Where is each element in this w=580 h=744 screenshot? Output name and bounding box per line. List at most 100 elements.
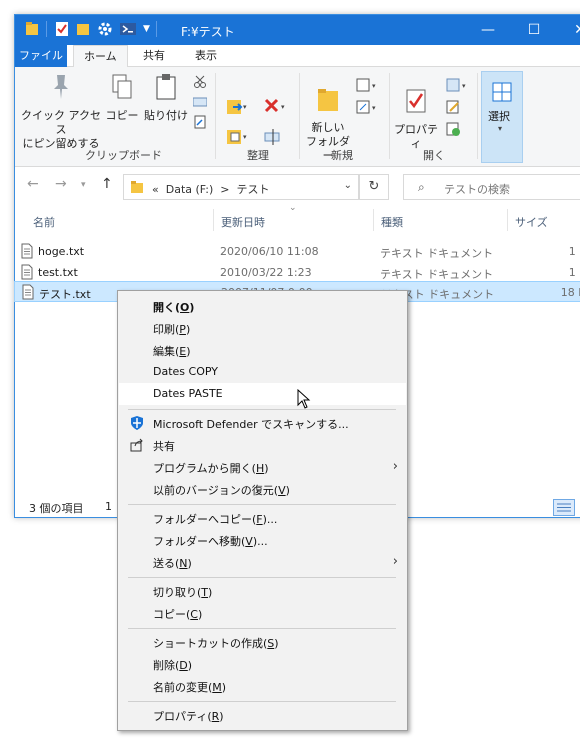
new-group-label: 新規 xyxy=(331,149,353,162)
close-button[interactable]: ✕ xyxy=(557,15,580,45)
paste-button[interactable]: 貼り付け xyxy=(143,73,189,123)
item-count: 3 個の項目 xyxy=(29,502,84,515)
menu-copy-to-folder[interactable]: フォルダーへコピー(F)... xyxy=(119,507,406,529)
new-folder-icon[interactable] xyxy=(76,21,90,37)
divider[interactable] xyxy=(373,209,374,231)
copy-to-icon[interactable]: ▾ xyxy=(225,127,249,147)
gear-icon[interactable] xyxy=(97,21,113,37)
menu-print[interactable]: 印刷(P) xyxy=(119,317,406,339)
breadcrumb-drive[interactable]: Data (F:) xyxy=(166,183,214,196)
properties-button[interactable]: プロパティ xyxy=(391,87,441,151)
open-icon[interactable]: ▾ xyxy=(445,77,471,93)
recent-locations-chevron-icon[interactable]: ▾ xyxy=(81,180,86,190)
tab-view[interactable]: 表示 xyxy=(185,45,227,67)
edit-icon[interactable] xyxy=(445,99,461,115)
up-button[interactable]: ↑ xyxy=(101,176,113,192)
folder-icon[interactable] xyxy=(25,21,39,37)
breadcrumb-overflow[interactable]: « xyxy=(152,183,159,196)
file-type: テキスト ドキュメント xyxy=(380,247,494,260)
svg-text:▾: ▾ xyxy=(372,82,376,90)
menu-open-with[interactable]: プログラムから開く(H) › xyxy=(119,456,406,478)
column-date[interactable]: 更新日時 xyxy=(221,214,265,230)
minimize-button[interactable]: — xyxy=(465,15,511,45)
details-view-button[interactable] xyxy=(553,499,575,516)
powershell-icon[interactable] xyxy=(120,21,136,37)
delete-icon[interactable]: ▾ xyxy=(263,97,287,117)
menu-open[interactable]: 開く(O) xyxy=(119,295,406,317)
select-button[interactable]: 選択 ▾ xyxy=(481,71,523,163)
window-title: F:¥テスト xyxy=(181,25,235,39)
menu-edit[interactable]: 編集(E) xyxy=(119,339,406,361)
search-input[interactable]: ⌕ テストの検索 xyxy=(403,174,580,200)
menu-properties[interactable]: プロパティ(R) xyxy=(119,704,406,726)
breadcrumb-folder[interactable]: テスト xyxy=(236,183,269,196)
paste-shortcut-icon[interactable] xyxy=(193,115,207,129)
menu-dates-copy[interactable]: Dates COPY xyxy=(119,361,406,383)
divider[interactable] xyxy=(507,209,508,231)
paste-label: 貼り付け xyxy=(144,109,188,122)
breadcrumb: « Data (F:) > テスト xyxy=(152,181,269,197)
sort-chevron-icon: ⌄ xyxy=(289,203,297,213)
menu-rename[interactable]: 名前の変更(M) xyxy=(119,675,406,697)
submenu-arrow-icon: › xyxy=(392,554,398,569)
tab-share[interactable]: 共有 xyxy=(133,45,175,67)
svg-text:▾: ▾ xyxy=(372,104,376,112)
properties-icon xyxy=(406,89,426,113)
column-type[interactable]: 種類 xyxy=(381,214,403,230)
menu-dates-paste[interactable]: Dates PASTE xyxy=(119,383,406,405)
address-history-chevron-icon[interactable]: ⌄ xyxy=(344,180,352,191)
tab-home[interactable]: ホーム xyxy=(73,45,128,68)
rename-icon[interactable] xyxy=(263,127,283,147)
cut-icon[interactable] xyxy=(193,75,207,89)
maximize-button[interactable]: ☐ xyxy=(511,15,557,45)
divider xyxy=(215,73,216,159)
text-file-icon xyxy=(22,284,34,300)
context-menu: 開く(O) 印刷(P) 編集(E) Dates COPY Dates PASTE… xyxy=(117,290,408,731)
menu-send-to[interactable]: 送る(N) › xyxy=(119,551,406,573)
ribbon-tabs: ファイル ホーム 共有 表示 xyxy=(15,45,580,68)
tab-file[interactable]: ファイル xyxy=(15,45,67,67)
select-label: 選択 xyxy=(488,110,510,123)
refresh-button[interactable]: ↻ xyxy=(359,174,389,200)
address-bar[interactable]: « Data (F:) > テスト ⌄ xyxy=(123,174,359,200)
copy-icon xyxy=(112,74,132,99)
folder-icon xyxy=(318,89,338,111)
easy-access-icon[interactable]: ▾ xyxy=(355,99,381,115)
copy-path-icon[interactable] xyxy=(193,97,207,107)
file-name: test.txt xyxy=(38,266,78,279)
menu-create-shortcut[interactable]: ショートカットの作成(S) xyxy=(119,631,406,653)
menu-share[interactable]: 共有 xyxy=(119,434,406,456)
pin-quick-access-button[interactable]: クイック アクセス にピン留めする xyxy=(21,73,101,151)
title-bar[interactable]: ▼ F:¥テスト — ☐ ✕ xyxy=(15,15,580,45)
menu-cut[interactable]: 切り取り(T) xyxy=(119,580,406,602)
customize-toolbar-chevron-icon[interactable]: ▼ xyxy=(143,24,150,34)
copy-button[interactable]: コピー xyxy=(105,73,139,123)
menu-move-to-folder[interactable]: フォルダーへ移動(V)... xyxy=(119,529,406,551)
divider xyxy=(46,21,47,37)
text-file-icon xyxy=(21,264,33,280)
column-size[interactable]: サイズ xyxy=(515,214,548,230)
svg-text:▾: ▾ xyxy=(462,82,466,90)
breadcrumb-separator[interactable]: > xyxy=(220,183,229,196)
file-date: 2010/03/22 1:23 xyxy=(220,266,312,279)
menu-copy[interactable]: コピー(C) xyxy=(119,602,406,624)
share-icon xyxy=(130,438,143,452)
move-to-icon[interactable]: ▾ xyxy=(225,97,249,117)
back-button[interactable]: ← xyxy=(27,176,39,192)
file-name: hoge.txt xyxy=(38,245,85,258)
menu-defender-scan[interactable]: Microsoft Defender でスキャンする... xyxy=(119,412,406,434)
table-row[interactable]: hoge.txt 2020/06/10 11:08 テキスト ドキュメント 1 KB xyxy=(14,241,580,262)
details-view-icon xyxy=(557,503,571,512)
history-icon[interactable] xyxy=(445,121,461,137)
properties-check-icon[interactable] xyxy=(55,21,69,37)
menu-delete[interactable]: 削除(D) xyxy=(119,653,406,675)
column-name[interactable]: 名前 xyxy=(33,214,55,230)
svg-text:▾: ▾ xyxy=(281,103,285,111)
table-row[interactable]: test.txt 2010/03/22 1:23 テキスト ドキュメント 1 KB xyxy=(14,262,580,283)
new-item-icon[interactable]: ▾ xyxy=(355,77,381,93)
svg-text:▾: ▾ xyxy=(243,133,247,141)
forward-button[interactable]: → xyxy=(55,176,67,192)
divider[interactable] xyxy=(213,209,214,231)
divider xyxy=(128,409,396,410)
menu-restore-previous[interactable]: 以前のバージョンの復元(V) xyxy=(119,478,406,500)
